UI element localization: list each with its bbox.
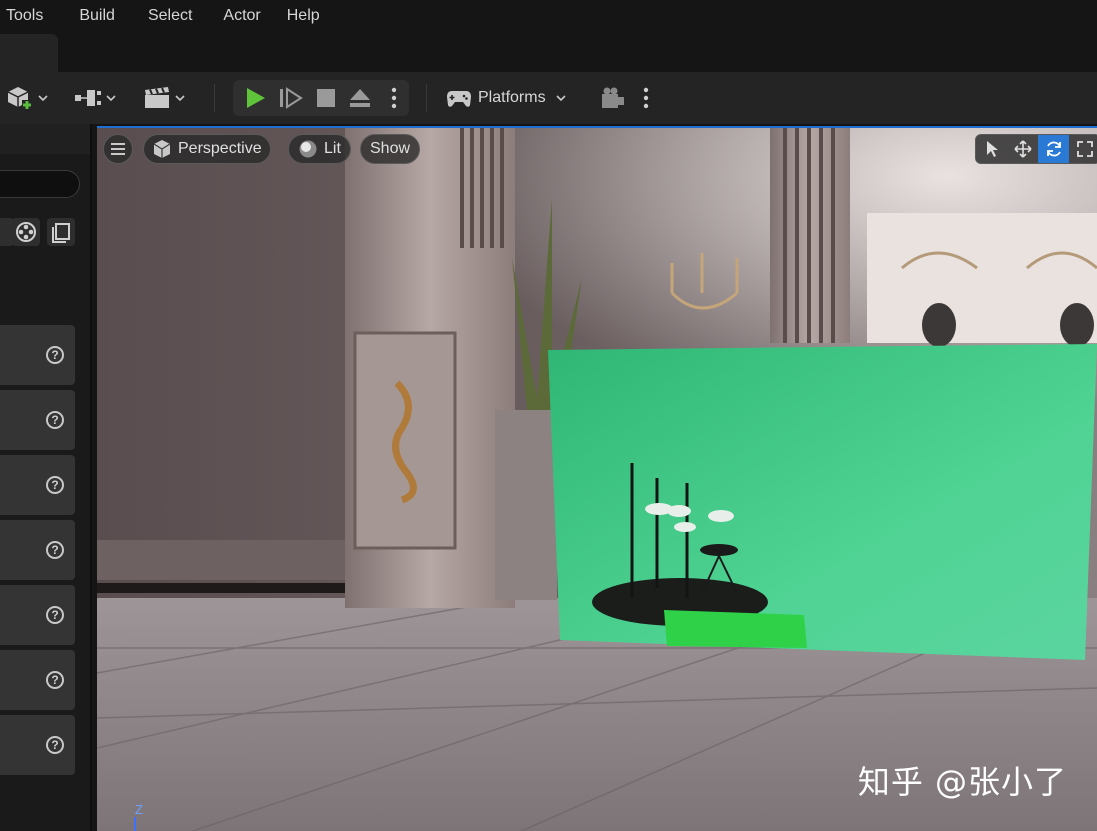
list-item[interactable]: ? <box>0 455 75 515</box>
list-item[interactable]: ? <box>0 715 75 775</box>
filter-icon-button[interactable] <box>12 218 40 246</box>
help-icon[interactable]: ? <box>46 541 64 559</box>
rotate-tool-button[interactable] <box>1038 135 1069 163</box>
move-tool-button[interactable] <box>1007 135 1038 163</box>
panel-header <box>0 124 92 154</box>
view-mode-button[interactable]: Lit <box>288 134 351 164</box>
chevron-down-icon <box>175 95 185 102</box>
left-panel: ? ? ? ? ? ? ? <box>0 124 92 831</box>
watermark-text: 知乎 @张小了 <box>857 763 1067 801</box>
level-viewport[interactable]: Perspective Lit Show Z 知乎 @张小了 <box>97 126 1097 831</box>
play-controls <box>233 80 409 116</box>
step-forward-icon[interactable] <box>279 87 303 109</box>
gamepad-icon <box>447 91 471 107</box>
toolbar-divider <box>214 84 215 112</box>
help-icon[interactable]: ? <box>46 736 64 754</box>
hamburger-icon <box>111 143 125 155</box>
viewport-menu-button[interactable] <box>103 134 133 164</box>
help-icon[interactable]: ? <box>46 411 64 429</box>
eject-icon[interactable] <box>348 87 372 109</box>
scale-icon <box>1076 141 1093 157</box>
chevron-down-icon <box>106 95 116 102</box>
z-axis-line <box>134 817 136 831</box>
list-item[interactable]: ? <box>0 390 75 450</box>
help-icon[interactable]: ? <box>46 671 64 689</box>
show-button[interactable]: Show <box>360 134 421 164</box>
viewport-scene <box>97 128 1097 831</box>
help-icon[interactable]: ? <box>46 476 64 494</box>
more-options-icon[interactable] <box>642 86 650 110</box>
toolbar-divider <box>426 84 427 112</box>
reel-icon <box>16 222 36 242</box>
move-arrows-icon <box>1013 140 1032 158</box>
search-input[interactable] <box>0 170 80 198</box>
lit-sphere-icon <box>299 140 317 158</box>
panel-divider[interactable] <box>90 124 92 831</box>
layers-icon <box>52 223 70 243</box>
layers-icon-button[interactable] <box>47 218 75 246</box>
list-item[interactable]: ? <box>0 520 75 580</box>
menu-help[interactable]: Help <box>287 0 334 32</box>
menu-build[interactable]: Build <box>79 0 148 32</box>
menu-bar: Tools Build Select Actor Help <box>0 0 1097 32</box>
blueprints-button[interactable] <box>74 82 116 114</box>
perspective-button[interactable]: Perspective <box>143 134 271 164</box>
list-item[interactable]: ? <box>0 585 75 645</box>
add-actor-button[interactable] <box>6 82 48 114</box>
stop-icon[interactable] <box>316 88 336 108</box>
help-icon[interactable]: ? <box>46 606 64 624</box>
show-label: Show <box>370 140 411 157</box>
cinematics-button[interactable] <box>143 82 185 114</box>
blueprint-icon <box>75 90 101 106</box>
help-icon[interactable]: ? <box>46 346 64 364</box>
scale-tool-button[interactable] <box>1069 135 1097 163</box>
menu-select[interactable]: Select <box>148 0 223 32</box>
platforms-label: Platforms <box>478 89 546 106</box>
more-options-icon[interactable] <box>390 86 398 110</box>
tab-strip <box>0 32 1097 72</box>
chevron-down-icon <box>38 95 48 102</box>
chevron-down-icon <box>556 95 566 102</box>
camera-settings-icon[interactable] <box>600 86 626 110</box>
play-icon[interactable] <box>243 86 267 110</box>
cursor-icon <box>986 141 998 157</box>
perspective-label: Perspective <box>178 140 262 157</box>
select-tool-button[interactable] <box>976 135 1007 163</box>
menu-tools[interactable]: Tools <box>6 0 79 32</box>
list-item[interactable]: ? <box>0 650 75 710</box>
add-cube-icon <box>7 87 32 110</box>
list-item[interactable]: ? <box>0 325 75 385</box>
menu-actor[interactable]: Actor <box>223 0 286 32</box>
transform-tools <box>975 134 1097 164</box>
cube-icon <box>153 140 171 158</box>
level-tab[interactable] <box>0 34 58 72</box>
lit-label: Lit <box>324 140 341 157</box>
clapperboard-icon <box>145 87 169 108</box>
axis-indicator: Z <box>135 802 143 817</box>
rotate-icon <box>1046 141 1061 157</box>
platforms-button[interactable]: Platforms <box>446 83 566 113</box>
